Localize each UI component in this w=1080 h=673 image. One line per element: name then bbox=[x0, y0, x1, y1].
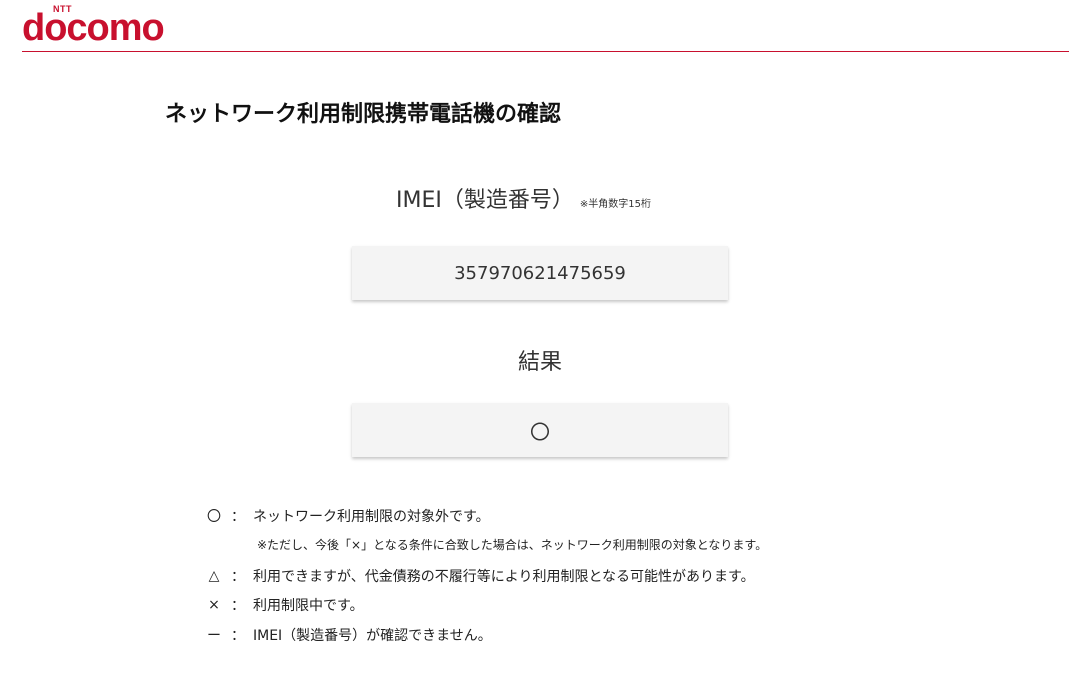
legend-item-possible: △ ： 利用できますが、代金債務の不履行等により利用制限となる可能性があります。 bbox=[205, 565, 755, 587]
legend-text: 利用できますが、代金債務の不履行等により利用制限となる可能性があります。 bbox=[253, 569, 755, 585]
legend-note: ※ただし、今後「×」となる条件に合致した場合は、ネットワーク利用制限の対象となり… bbox=[257, 538, 768, 552]
legend-item-restricted: × ： 利用制限中です。 bbox=[205, 594, 364, 616]
page-title: ネットワーク利用制限携帯電話機の確認 bbox=[165, 102, 562, 127]
legend-text: IMEI（製造番号）が確認できません。 bbox=[253, 628, 492, 644]
legend-colon: ： bbox=[231, 598, 245, 614]
legend-colon: ： bbox=[231, 628, 245, 644]
docomo-logo[interactable]: NTT docomo bbox=[22, 4, 192, 48]
imei-label: IMEI（製造番号） bbox=[396, 188, 574, 213]
site-header: NTT docomo bbox=[0, 0, 1080, 54]
imei-format-note: ※半角数字15桁 bbox=[579, 199, 651, 210]
legend-symbol: ー bbox=[207, 628, 221, 644]
legend-item-ok: 〇 ： ネットワーク利用制限の対象外です。 bbox=[205, 505, 490, 527]
legend-item-unknown: ー ： IMEI（製造番号）が確認できません。 bbox=[205, 624, 492, 646]
legend-symbol: × bbox=[208, 597, 220, 613]
legend-symbol: 〇 bbox=[207, 509, 221, 525]
header-divider bbox=[22, 51, 1069, 52]
legend-symbol: △ bbox=[208, 568, 220, 584]
result-value-box: 〇 bbox=[352, 403, 728, 457]
imei-value: 357970621475659 bbox=[454, 262, 626, 284]
imei-value-field[interactable]: 357970621475659 bbox=[352, 246, 728, 300]
legend-colon: ： bbox=[231, 569, 245, 585]
imei-heading: IMEI（製造番号） ※半角数字15桁 bbox=[396, 182, 651, 214]
legend-text: 利用制限中です。 bbox=[253, 598, 364, 614]
logo-docomo-text: docomo bbox=[22, 7, 165, 49]
legend-text: ネットワーク利用制限の対象外です。 bbox=[253, 509, 490, 525]
result-heading: 結果 bbox=[517, 350, 562, 375]
legend-colon: ： bbox=[231, 509, 245, 525]
result-value: 〇 bbox=[530, 419, 550, 444]
